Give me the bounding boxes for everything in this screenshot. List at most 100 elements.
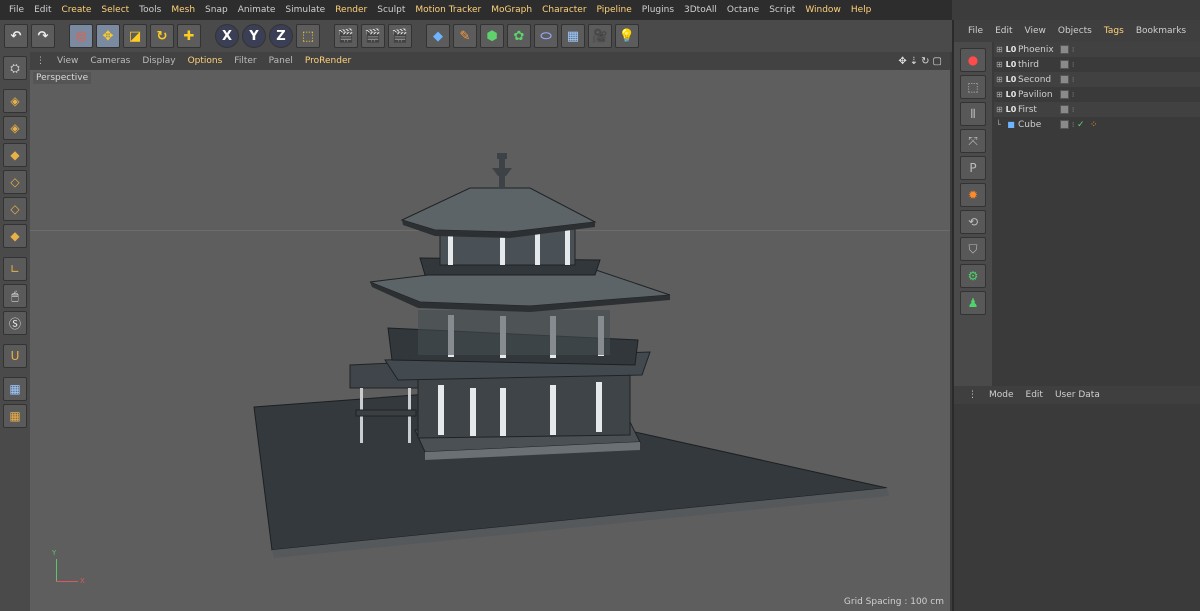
coordinate-system-button[interactable]: ⬚ [296,24,320,48]
expand-plus-icon[interactable]: ⊞ [996,60,1004,69]
perspective-viewport[interactable]: Perspective Y X Grid Spacing : 100 cm [30,70,950,611]
recent-tool-button[interactable]: ✚ [177,24,201,48]
psr-button[interactable]: P [960,156,986,180]
add-deformer-button[interactable]: ⬭ [534,24,558,48]
zoom-icon[interactable]: ⇣ [910,56,918,67]
viewport-menu-prorender[interactable]: ProRender [299,52,357,70]
menu-snap[interactable]: Snap [200,0,233,20]
layer-visibility-toggle[interactable] [1060,90,1069,99]
menu-octane[interactable]: Octane [722,0,764,20]
layer-visibility-toggle[interactable] [1060,105,1069,114]
menu-script[interactable]: Script [764,0,800,20]
model-mode-button[interactable]: ◈ [3,89,27,113]
shield-button[interactable]: ⛉ [960,237,986,261]
object-menu-objects[interactable]: Objects [1052,20,1098,42]
menu-select[interactable]: Select [96,0,134,20]
attribute-menu-user-data[interactable]: User Data [1049,386,1106,404]
layer-visibility-toggle[interactable] [1060,45,1069,54]
workplane-mode-button[interactable]: ◆ [3,143,27,167]
visibility-dots-toggle[interactable]: ⁞ [1072,106,1074,114]
workplane-lock-button[interactable]: ▦ [3,377,27,401]
pan-icon[interactable]: ✥ [898,56,906,67]
viewport-menu-options[interactable]: Options [182,52,229,70]
redo-button[interactable]: ↷ [31,24,55,48]
add-cube-button[interactable]: ◆ [426,24,450,48]
object-row-third[interactable]: ⊞ L0 third ⁞ [994,57,1200,72]
add-floor-button[interactable]: ▦ [561,24,585,48]
viewport-menu-display[interactable]: Display [136,52,181,70]
rotate-view-icon[interactable]: ↻ [921,56,929,67]
object-row-pavilion[interactable]: ⊞ L0 Pavilion ⁞ [994,87,1200,102]
toggle-panel-icon[interactable]: ▢ [933,56,942,67]
frame-select-button[interactable]: ⬚ [960,75,986,99]
rotate-object-button[interactable]: ⟲ [960,210,986,234]
axis-mode-button[interactable]: ∟ [3,257,27,281]
object-row-second[interactable]: ⊞ L0 Second ⁞ [994,72,1200,87]
visibility-dots-toggle[interactable]: ⁞ [1072,121,1074,129]
edges-mode-button[interactable]: ◇ [3,197,27,221]
menu-sculpt[interactable]: Sculpt [372,0,410,20]
make-editable-button[interactable]: ⛭ [3,56,27,80]
center-axis-button[interactable]: ✹ [960,183,986,207]
render-picture-viewer-button[interactable]: 🎬 [361,24,385,48]
viewport-grip-icon[interactable]: ⋮ [30,52,51,70]
attribute-grip-icon[interactable]: ⋮ [962,386,983,404]
menu-plugins[interactable]: Plugins [637,0,679,20]
rotate-tool-button[interactable]: ↻ [150,24,174,48]
polygons-mode-button[interactable]: ◆ [3,224,27,248]
object-row-phoenix[interactable]: ⊞ L0 Phoenix ⁞ [994,42,1200,57]
add-camera-button[interactable]: 🎥 [588,24,612,48]
object-menu-tags[interactable]: Tags [1098,20,1130,42]
menu-character[interactable]: Character [537,0,591,20]
live-selection-button[interactable]: ◎ [69,24,93,48]
points-mode-button[interactable]: ◇ [3,170,27,194]
move-tool-button[interactable]: ✥ [96,24,120,48]
magnet-button[interactable]: U [3,344,27,368]
menu-create[interactable]: Create [57,0,97,20]
layer-visibility-toggle[interactable] [1060,120,1069,129]
object-name[interactable]: third [1018,60,1058,70]
object-row-first[interactable]: ⊞ L0 First ⁞ [994,102,1200,117]
visibility-dots-toggle[interactable]: ⁞ [1072,76,1074,84]
settings-tag-button[interactable]: ⚙ [960,264,986,288]
render-settings-button[interactable]: 🎬 [388,24,412,48]
menu-help[interactable]: Help [846,0,877,20]
expand-plus-icon[interactable]: ⊞ [996,90,1004,99]
spheres-tag-button[interactable]: ● [960,48,986,72]
undo-button[interactable]: ↶ [4,24,28,48]
object-name[interactable]: Pavilion [1018,90,1058,100]
phong-tag-icon[interactable]: ⁘ [1090,120,1098,130]
camera-label[interactable]: Perspective [33,72,92,84]
viewport-menu-cameras[interactable]: Cameras [84,52,136,70]
character-button[interactable]: ♟ [960,291,986,315]
object-name[interactable]: Cube [1018,120,1058,130]
menu-tools[interactable]: Tools [134,0,166,20]
menu-file[interactable]: File [4,0,29,20]
add-light-button[interactable]: 💡 [615,24,639,48]
visibility-dots-toggle[interactable]: ⁞ [1072,61,1074,69]
object-menu-file[interactable]: File [962,20,989,42]
attribute-menu-mode[interactable]: Mode [983,386,1020,404]
menu-animate[interactable]: Animate [233,0,281,20]
y-axis-lock-button[interactable]: Y [242,24,266,48]
menu-3dtoall[interactable]: 3DtoAll [679,0,722,20]
menu-pipeline[interactable]: Pipeline [592,0,637,20]
layer-visibility-toggle[interactable] [1060,60,1069,69]
menu-mograph[interactable]: MoGraph [486,0,537,20]
enabled-check-icon[interactable]: ✓ [1077,120,1085,130]
visibility-dots-toggle[interactable]: ⁞ [1072,91,1074,99]
menu-motion-tracker[interactable]: Motion Tracker [410,0,486,20]
object-menu-edit[interactable]: Edit [989,20,1018,42]
attribute-menu-edit[interactable]: Edit [1020,386,1049,404]
visibility-dots-toggle[interactable]: ⁞ [1072,46,1074,54]
viewport-menu-view[interactable]: View [51,52,84,70]
menu-simulate[interactable]: Simulate [280,0,330,20]
expand-plus-icon[interactable]: ⊞ [996,75,1004,84]
add-pen-button[interactable]: ✎ [453,24,477,48]
object-row-cube[interactable]: └ ■ Cube ⁞ ✓ ⁘ [994,117,1200,132]
object-name[interactable]: First [1018,105,1058,115]
xyz-coordinates-button[interactable]: ⤧ [960,129,986,153]
layer-visibility-toggle[interactable] [1060,75,1069,84]
expand-plus-icon[interactable]: ⊞ [996,45,1004,54]
object-name[interactable]: Second [1018,75,1058,85]
